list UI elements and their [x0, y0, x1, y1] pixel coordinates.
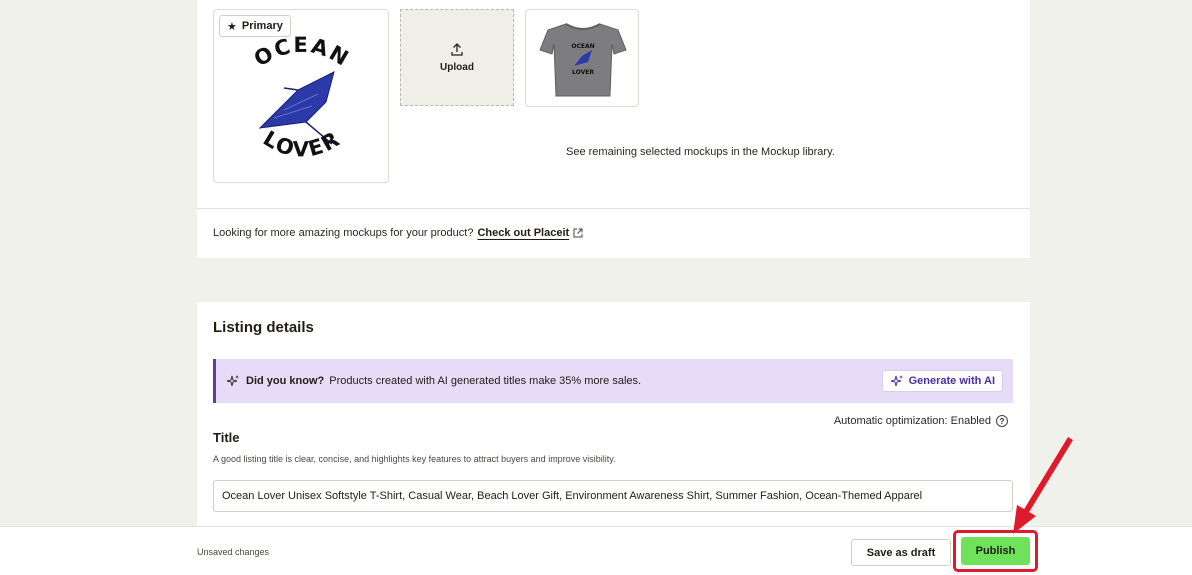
external-link-icon: [573, 228, 583, 238]
title-field-hint: A good listing title is clear, concise, …: [213, 454, 616, 464]
upload-icon: [451, 42, 463, 56]
generate-with-ai-label: Generate with AI: [908, 375, 995, 387]
design-text-bottom: LOVER: [259, 126, 343, 161]
remaining-mockups-note: See remaining selected mockups in the Mo…: [566, 146, 835, 158]
upload-label: Upload: [440, 61, 474, 73]
design-text-top: OCEAN: [250, 33, 352, 71]
ai-tip-banner: Did you know? Products created with AI g…: [213, 359, 1013, 403]
placeit-prompt: Looking for more amazing mockups for you…: [213, 227, 474, 239]
title-field-label: Title: [213, 430, 240, 445]
placeit-link[interactable]: Check out Placeit: [477, 227, 569, 239]
section-title: Listing details: [213, 319, 314, 336]
sparkle-icon: [890, 375, 903, 387]
generate-with-ai-button[interactable]: Generate with AI: [881, 370, 1003, 392]
publish-button[interactable]: Publish: [961, 537, 1030, 565]
bottom-action-bar: Unsaved changes Save as draft Publish: [0, 526, 1192, 575]
svg-text:LOVER: LOVER: [259, 126, 345, 161]
mockup-section: ★ Primary OCEAN LOVER Upload OCEAN LOVER…: [197, 0, 1030, 258]
ai-tip-bold: Did you know?: [246, 375, 325, 387]
save-as-draft-button[interactable]: Save as draft: [851, 539, 951, 566]
tshirt-mockup-thumbnail[interactable]: OCEAN LOVER: [525, 9, 639, 107]
section-divider: [197, 208, 1030, 209]
listing-details-section: Listing details Did you know? Products c…: [197, 302, 1030, 542]
shirt-design-text-bottom: LOVER: [572, 69, 594, 76]
placeit-promo: Looking for more amazing mockups for you…: [213, 227, 583, 239]
help-icon[interactable]: ?: [996, 415, 1008, 427]
automatic-optimization-label: Automatic optimization: Enabled: [833, 415, 991, 427]
title-input[interactable]: [213, 480, 1013, 512]
unsaved-changes-status: Unsaved changes: [197, 547, 270, 557]
ai-tip-text: Products created with AI generated title…: [329, 375, 642, 387]
ocean-lover-design-image: OCEAN LOVER: [250, 33, 354, 162]
upload-mockup-button[interactable]: Upload: [400, 9, 514, 106]
sparkle-icon: [226, 375, 239, 387]
svg-text:OCEAN: OCEAN: [250, 33, 354, 71]
automatic-optimization-status: Automatic optimization: Enabled ?: [834, 415, 1008, 427]
gray-tshirt-image: OCEAN LOVER: [539, 23, 627, 97]
publish-highlight-box: Publish: [953, 530, 1038, 572]
primary-mockup-thumbnail[interactable]: ★ Primary OCEAN LOVER: [213, 9, 389, 183]
shirt-design-text-top: OCEAN: [571, 43, 594, 50]
